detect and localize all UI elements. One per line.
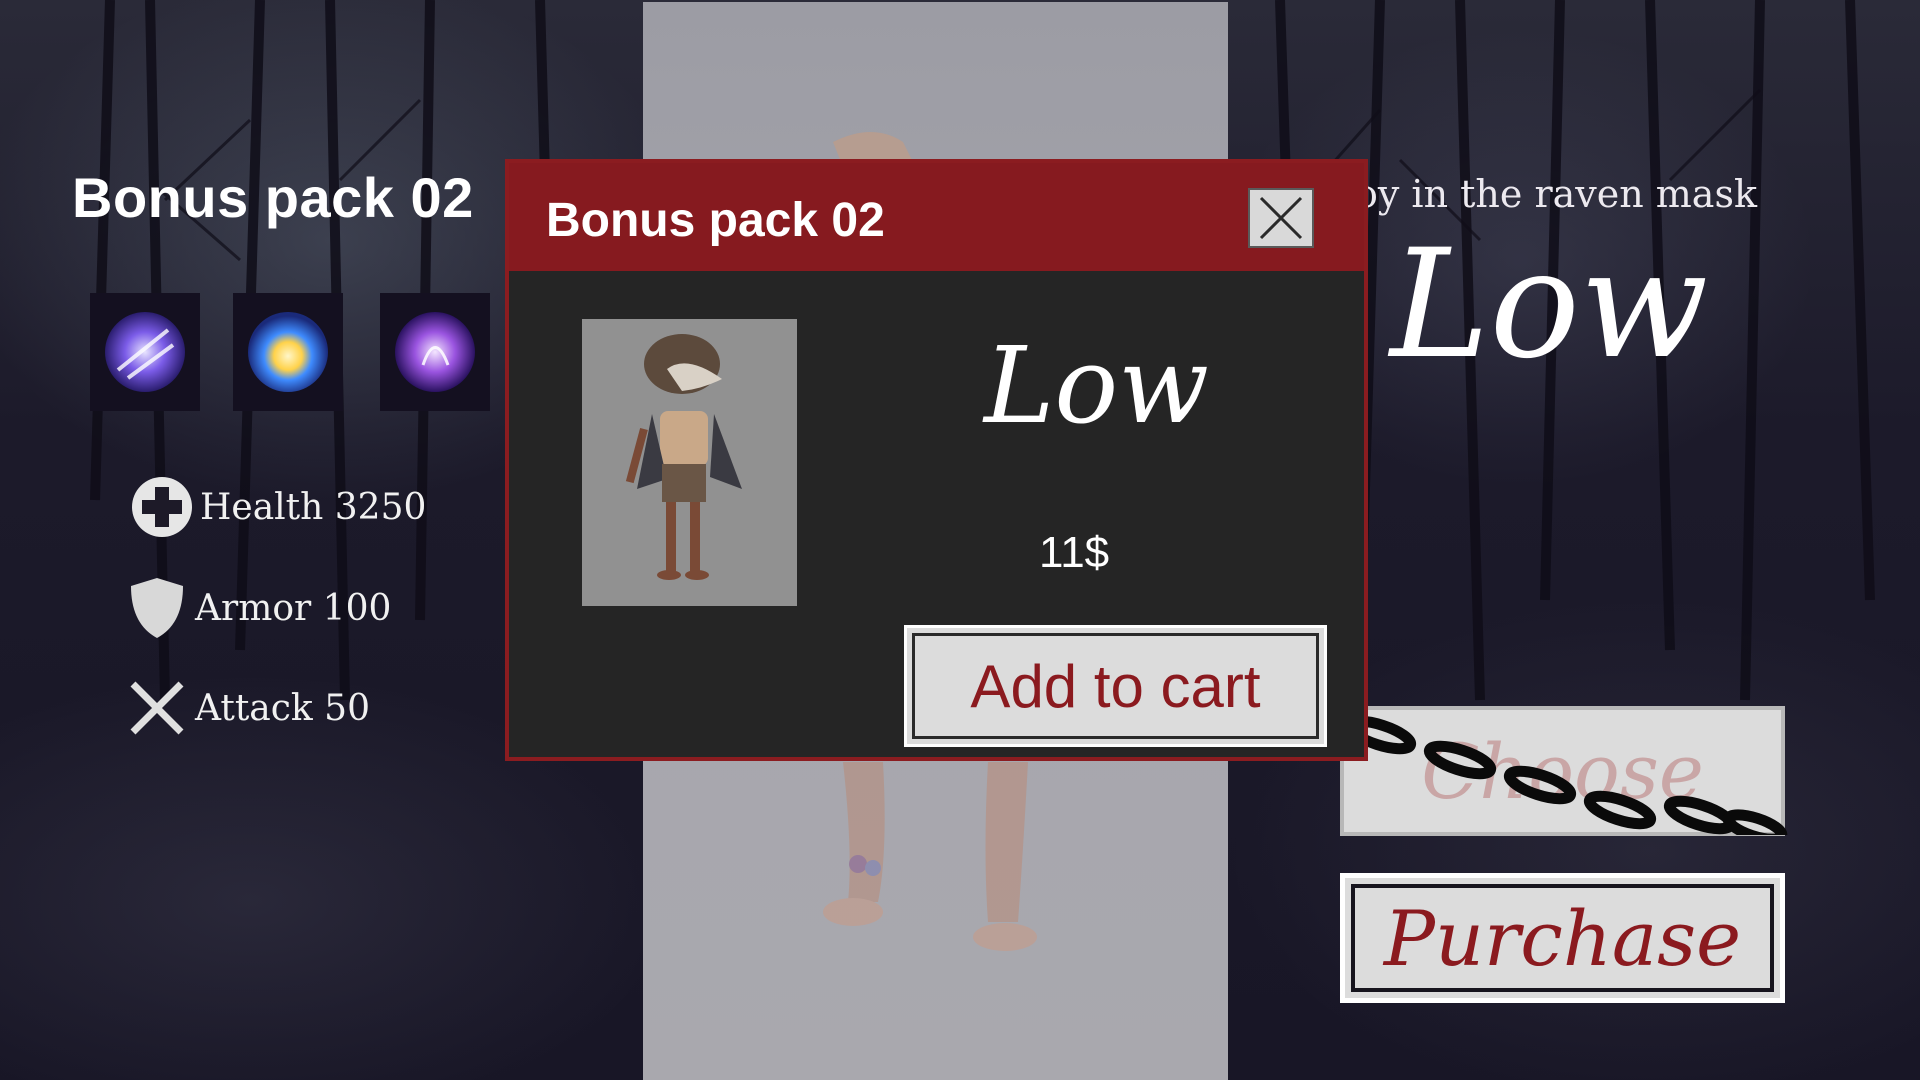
skill-spirit-icon: [395, 312, 475, 392]
add-to-cart-button[interactable]: Add to cart: [904, 625, 1327, 747]
stat-health: Health 3250: [130, 475, 426, 539]
locked-chain-icon: [1360, 715, 1788, 835]
character-name: Low: [1390, 218, 1709, 392]
stat-attack-label: Attack 50: [195, 687, 370, 729]
purchase-button[interactable]: Purchase: [1340, 873, 1785, 1003]
attack-swords-icon: [125, 676, 189, 740]
pack-title: Bonus pack 02: [72, 166, 474, 229]
skill-slot-3[interactable]: [380, 293, 490, 411]
add-to-cart-label: Add to cart: [970, 652, 1261, 720]
stat-armor-label: Armor 100: [195, 587, 392, 629]
skill-slot-1[interactable]: [90, 293, 200, 411]
item-thumbnail: [582, 319, 797, 606]
skill-burst-icon: [248, 312, 328, 392]
character-subtitle: oy in the raven mask: [1355, 172, 1757, 216]
close-icon: [1259, 196, 1303, 240]
bonus-pack-modal: Bonus pack 02 Low 11$ Add to cart: [505, 159, 1368, 761]
stat-armor: Armor 100: [125, 576, 391, 640]
health-cross-icon: [130, 475, 194, 539]
stat-attack: Attack 50: [125, 676, 370, 740]
skill-slot-2[interactable]: [233, 293, 343, 411]
armor-shield-icon: [125, 576, 189, 640]
purchase-button-label: Purchase: [1383, 893, 1742, 983]
stat-health-label: Health 3250: [200, 486, 427, 528]
modal-item-name: Low: [984, 324, 1209, 447]
skill-slash-icon: [105, 312, 185, 392]
raven-mask-character-image: [582, 319, 797, 606]
modal-header: Bonus pack 02: [509, 163, 1364, 271]
modal-title: Bonus pack 02: [546, 194, 885, 247]
close-button[interactable]: [1248, 188, 1314, 248]
modal-price: 11$: [1039, 528, 1110, 577]
